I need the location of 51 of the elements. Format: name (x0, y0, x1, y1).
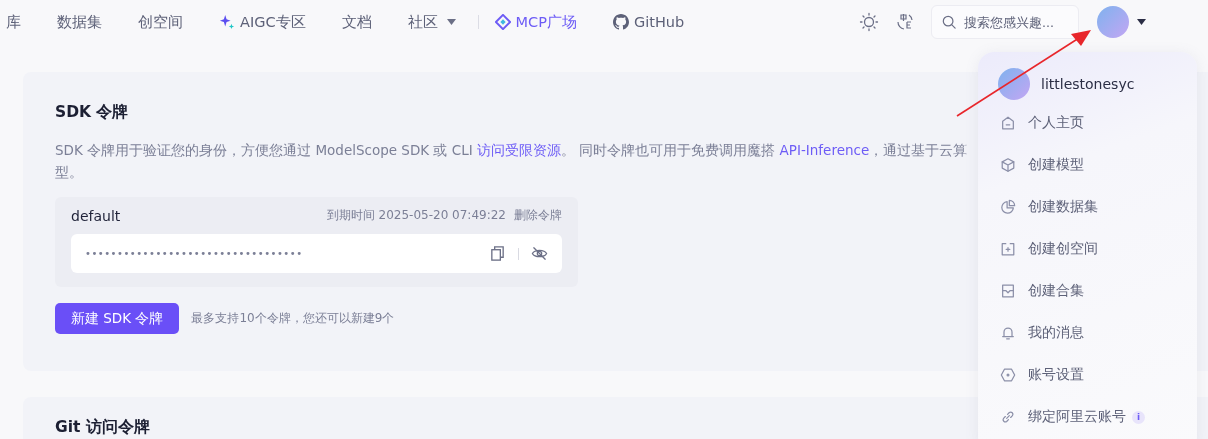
nav-link[interactable]: MCP广场 (494, 12, 577, 32)
delete-token-link[interactable]: 删除令牌 (514, 207, 562, 224)
caret-icon[interactable] (1137, 19, 1146, 25)
new-sdk-token-button[interactable]: 新建 SDK 令牌 (55, 303, 180, 334)
copy-icon[interactable] (489, 245, 506, 262)
inbox-icon (1000, 283, 1016, 299)
masked-token: •••••••••••••••••••••••••••••••••• (85, 248, 304, 259)
expiry-time: 到期时间 2025-05-20 07:49:22 (326, 207, 506, 224)
search-icon (942, 14, 956, 30)
token-name: default (71, 207, 121, 224)
eye-off-icon[interactable] (531, 245, 548, 262)
github-icon (612, 14, 629, 30)
username: littlestonesyc (1041, 76, 1135, 92)
link-icon (1000, 409, 1016, 425)
link[interactable]: API-Inference (779, 142, 870, 158)
nav-link[interactable]: AIGC专区 (219, 12, 306, 32)
menu-item[interactable]: 个人主页 (998, 102, 1197, 144)
nav-link[interactable]: 创空间 (138, 12, 183, 32)
menu-item[interactable]: 创建模型 (998, 144, 1197, 186)
menu-item[interactable]: 创建合集 (998, 270, 1197, 312)
limit-hint: 最多支持10个令牌，您还可以新建9个 (191, 310, 395, 327)
nav-link[interactable]: 数据集 (57, 12, 102, 32)
info-badge: i (1132, 410, 1145, 424)
bell-icon (1000, 325, 1016, 341)
search-field[interactable]: 搜索您感兴趣... (964, 14, 1068, 30)
menu-item[interactable]: 我的消息 (998, 312, 1197, 354)
description: 型。 (55, 163, 83, 182)
settings-icon (1000, 367, 1016, 383)
nav-link[interactable]: GitHub (612, 14, 685, 30)
sun-icon[interactable] (859, 12, 879, 32)
home-icon (1000, 115, 1016, 131)
community-menu[interactable]: 社区 (407, 12, 456, 32)
cube-icon (1000, 157, 1016, 173)
section-title: Git 访问令牌 (55, 417, 150, 438)
nav-link[interactable]: 文档 (341, 12, 372, 32)
menu-item[interactable]: 创建数据集 (998, 186, 1197, 228)
description: SDK 令牌用于验证您的身份，方便您通过 ModelScope SDK 或 CLI 访问受限资源。 同时令牌也可用于免费调用魔搭 API-Inference，通过基于云算 (55, 141, 968, 160)
language-icon[interactable] (895, 12, 915, 32)
menu-item[interactable]: 创建创空间 (998, 228, 1197, 270)
avatar (998, 68, 1030, 100)
nav-link[interactable]: 库 (6, 12, 21, 32)
caret-icon (446, 19, 456, 25)
menu-item[interactable]: 绑定阿里云账号 i (998, 396, 1197, 438)
box-plus-icon (1000, 241, 1016, 257)
link[interactable]: 访问受限资源 (477, 142, 561, 158)
mcp-logo-icon (494, 14, 511, 30)
search-box[interactable]: 搜索您感兴趣... (931, 5, 1079, 39)
menu-item[interactable]: 账号设置 (998, 354, 1197, 396)
section-title: SDK 令牌 (55, 102, 129, 123)
sparkle-icon (219, 14, 235, 30)
pie-chart-icon (1000, 199, 1016, 215)
